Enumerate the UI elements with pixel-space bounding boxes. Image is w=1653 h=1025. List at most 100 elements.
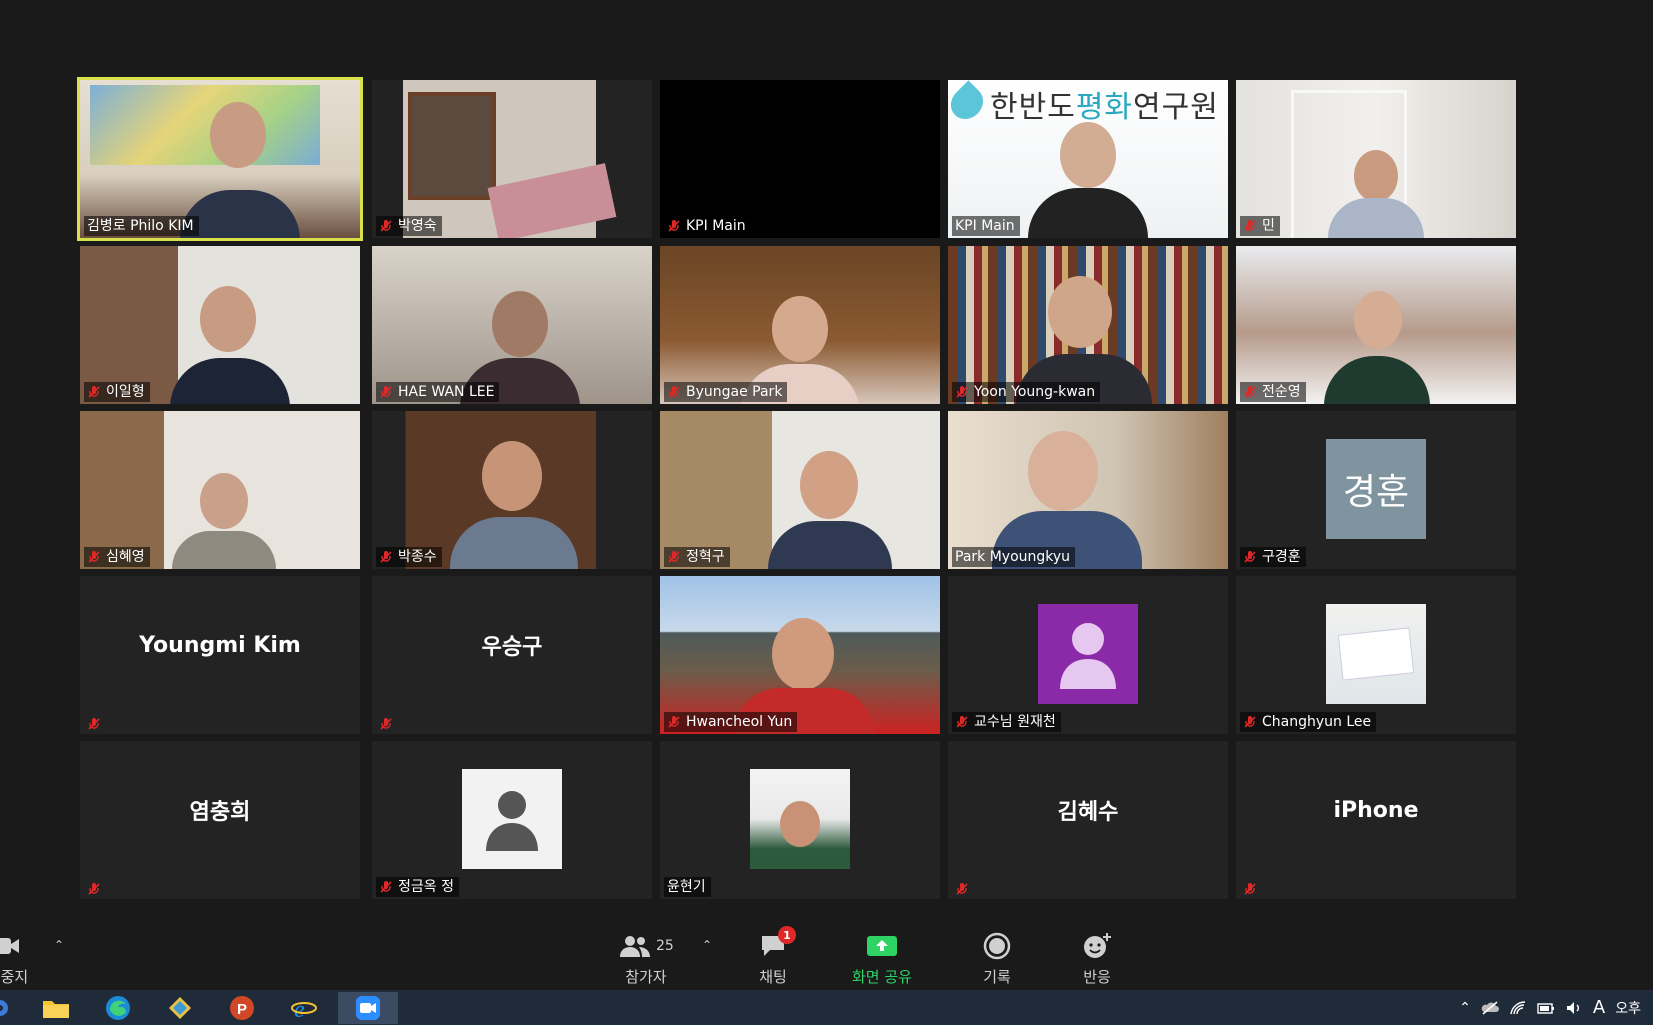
participant-display-name: iPhone xyxy=(1333,797,1419,823)
participant-name-tag: 교수님 원재천 xyxy=(952,712,1061,732)
chat-button[interactable]: 1 채팅 xyxy=(756,926,796,987)
mic-muted-icon xyxy=(380,881,392,893)
gear-icon xyxy=(0,1000,8,1016)
powerpoint-icon: P xyxy=(230,996,254,1020)
participant-tile[interactable]: 전순영 xyxy=(1236,246,1516,404)
wifi-icon[interactable] xyxy=(1509,1000,1527,1016)
taskbar-app-powerpoint[interactable]: P xyxy=(222,992,262,1024)
mic-muted-icon xyxy=(956,883,968,895)
avatar xyxy=(750,769,850,869)
card-photo xyxy=(1337,627,1415,681)
participants-icon xyxy=(618,932,652,960)
taskbar-app-internet-explorer[interactable]: e xyxy=(284,992,324,1024)
participant-display-name: 염충희 xyxy=(189,800,251,825)
participant-name-tag xyxy=(84,881,106,897)
svg-text:e: e xyxy=(294,997,305,1021)
participant-name-tag: KPI Main xyxy=(664,216,751,236)
participant-name-tag: Park Myoungkyu xyxy=(952,547,1076,567)
participant-tile[interactable]: 한반도평화연구원 KPI Main xyxy=(948,80,1228,238)
participant-name-tag: HAE WAN LEE xyxy=(376,382,500,402)
participant-tile[interactable]: 김혜수 xyxy=(948,741,1228,899)
volume-icon[interactable] xyxy=(1565,1000,1583,1016)
video-grid: 김병로 Philo KIM 박영숙 KPI Main 한반도평화연구원 KPI … xyxy=(0,0,1653,910)
taskbar-app-edge[interactable] xyxy=(98,992,138,1024)
mic-muted-icon xyxy=(88,551,100,563)
internet-explorer-icon: e xyxy=(291,997,317,1021)
taskbar-app-photos[interactable] xyxy=(160,992,200,1024)
video-options-caret-icon[interactable]: ⌃ xyxy=(54,938,64,952)
participant-tile[interactable]: 이일형 xyxy=(80,246,360,404)
record-icon xyxy=(980,932,1014,960)
taskbar-app-zoom[interactable] xyxy=(338,992,398,1024)
svg-text:P: P xyxy=(237,1001,247,1018)
participant-name-tag: 정혁구 xyxy=(664,547,730,567)
share-screen-label: 화면 공유 xyxy=(852,968,912,986)
participant-name-tag: 이일형 xyxy=(84,382,150,402)
profile-photo-face xyxy=(780,801,820,847)
mic-muted-icon xyxy=(668,716,680,728)
participant-tile[interactable]: 박영숙 xyxy=(372,80,652,238)
participant-tile[interactable]: Changhyun Lee xyxy=(1236,576,1516,734)
mic-muted-icon xyxy=(380,551,392,563)
chat-icon: 1 xyxy=(756,926,796,960)
participant-display-name: Youngmi Kim xyxy=(139,632,301,658)
zoom-app-icon xyxy=(356,996,380,1020)
participant-tile[interactable]: iPhone xyxy=(1236,741,1516,899)
participant-tile[interactable]: Yoon Young-kwan xyxy=(948,246,1228,404)
participant-tile[interactable]: KPI Main xyxy=(660,80,940,238)
participant-tile[interactable]: 민 xyxy=(1236,80,1516,238)
participant-tile[interactable]: 정혁구 xyxy=(660,411,940,569)
avatar xyxy=(462,769,562,869)
taskbar-app-settings[interactable] xyxy=(0,992,20,1024)
participant-name-tag xyxy=(952,881,974,897)
participant-name-tag: 정금옥 정 xyxy=(376,877,459,897)
participants-count: 25 xyxy=(656,938,674,954)
participant-tile[interactable]: Park Myoungkyu xyxy=(948,411,1228,569)
diamond-app-icon xyxy=(169,997,191,1019)
mic-muted-icon xyxy=(1244,716,1256,728)
mic-muted-icon xyxy=(380,386,392,398)
mic-muted-icon xyxy=(1244,220,1256,232)
participants-options-caret-icon[interactable]: ⌃ xyxy=(702,938,712,952)
participant-tile[interactable]: 교수님 원재천 xyxy=(948,576,1228,734)
participant-tile[interactable]: 윤현기 xyxy=(660,741,940,899)
participant-tile[interactable]: Youngmi Kim xyxy=(80,576,360,734)
taskbar-clock[interactable]: 오후 xyxy=(1615,998,1641,1018)
participants-label: 참가자 xyxy=(625,968,667,986)
mic-muted-icon xyxy=(668,220,680,232)
mic-muted-icon xyxy=(88,386,100,398)
mic-muted-icon xyxy=(380,718,392,730)
participants-button[interactable]: 25 참가자 xyxy=(618,932,674,987)
record-label: 기록 xyxy=(983,968,1011,986)
tray-chevron-up-icon[interactable]: ⌃ xyxy=(1459,1000,1471,1016)
stop-video-button[interactable]: 오 중지 xyxy=(0,932,28,987)
participant-tile[interactable]: 심혜영 xyxy=(80,411,360,569)
mic-muted-icon xyxy=(668,386,680,398)
participant-name-tag: 민 xyxy=(1240,216,1280,236)
battery-icon[interactable] xyxy=(1537,1000,1555,1016)
share-screen-button[interactable]: 화면 공유 xyxy=(852,932,912,987)
participant-name-tag: KPI Main xyxy=(952,216,1020,236)
participant-name-tag: 심혜영 xyxy=(84,547,150,567)
participant-tile[interactable]: 염충희 xyxy=(80,741,360,899)
ime-language-indicator[interactable]: A xyxy=(1593,997,1605,1018)
participant-tile[interactable]: Byungae Park xyxy=(660,246,940,404)
participant-name-tag: 구경훈 xyxy=(1240,547,1306,567)
participant-tile[interactable]: 우승구 xyxy=(372,576,652,734)
folder-icon xyxy=(43,1001,69,1018)
share-screen-icon xyxy=(865,932,899,960)
onedrive-icon[interactable] xyxy=(1481,1000,1499,1016)
avatar xyxy=(1038,604,1138,704)
reactions-button[interactable]: 반응 xyxy=(1080,932,1114,987)
participant-tile[interactable]: 경훈 구경훈 xyxy=(1236,411,1516,569)
participant-tile[interactable]: 김병로 Philo KIM xyxy=(77,77,363,241)
participant-tile[interactable]: Hwancheol Yun xyxy=(660,576,940,734)
participant-tile[interactable]: 박종수 xyxy=(372,411,652,569)
taskbar-app-file-explorer[interactable] xyxy=(36,992,76,1024)
mic-muted-icon xyxy=(380,220,392,232)
participant-name-tag: 윤현기 xyxy=(664,877,711,897)
participant-tile[interactable]: HAE WAN LEE xyxy=(372,246,652,404)
participant-tile[interactable]: 정금옥 정 xyxy=(372,741,652,899)
edge-browser-icon xyxy=(106,996,130,1020)
record-button[interactable]: 기록 xyxy=(980,932,1014,987)
